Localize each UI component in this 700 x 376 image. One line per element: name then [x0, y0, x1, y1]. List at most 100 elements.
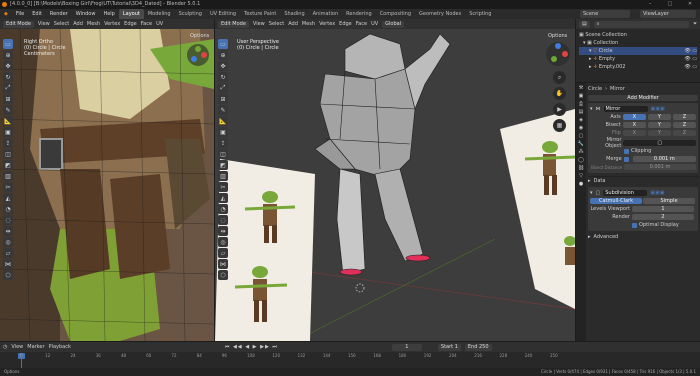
- data-section-header[interactable]: ▸ Data: [588, 176, 698, 184]
- extrude-icon[interactable]: ⇪: [218, 138, 228, 148]
- loop-cut-icon[interactable]: ▥: [3, 171, 13, 181]
- right-options-button[interactable]: Options: [548, 33, 567, 39]
- axis-z-toggle[interactable]: Z: [672, 114, 696, 120]
- add-modifier-button[interactable]: Add Modifier: [588, 95, 698, 101]
- annotate-icon[interactable]: ✎: [3, 105, 13, 115]
- transform-orientation-selector[interactable]: Global: [382, 20, 405, 28]
- poly-build-icon[interactable]: ◭: [3, 193, 13, 203]
- material-tab-icon[interactable]: ●: [579, 181, 583, 187]
- left-menu-uv[interactable]: UV: [156, 21, 163, 27]
- end-frame-field[interactable]: End 250: [464, 343, 492, 351]
- right-menu-vertex[interactable]: Vertex: [319, 21, 335, 27]
- bevel-icon[interactable]: ◩: [218, 160, 228, 170]
- workspace-tab-geometry-nodes[interactable]: Geometry Nodes: [415, 9, 465, 19]
- rip-icon[interactable]: ⋈: [3, 259, 13, 269]
- optimal-display-row[interactable]: Optimal Display: [590, 221, 696, 229]
- measure-icon[interactable]: 📐: [3, 116, 13, 126]
- physics-tab-icon[interactable]: ◯: [578, 157, 584, 163]
- menu-help[interactable]: Help: [99, 9, 118, 19]
- object-tab-icon[interactable]: ▢: [579, 133, 584, 139]
- annotate-icon[interactable]: ✎: [218, 105, 228, 115]
- shrink-fatten-icon[interactable]: ◎: [218, 237, 228, 247]
- view-layer-tab-icon[interactable]: ▤: [579, 109, 584, 115]
- bevel-icon[interactable]: ◩: [3, 160, 13, 170]
- transform-icon[interactable]: ⊞: [218, 94, 228, 104]
- left-menu-vertex[interactable]: Vertex: [104, 21, 120, 27]
- world-tab-icon[interactable]: ◉: [579, 125, 583, 131]
- close-button[interactable]: ✕: [680, 0, 700, 9]
- scene-tab-icon[interactable]: ◈: [579, 117, 583, 123]
- right-menu-uv[interactable]: UV: [371, 21, 378, 27]
- tool-tab-icon[interactable]: ⚒: [579, 85, 583, 91]
- start-frame-field[interactable]: Start 1: [437, 343, 461, 351]
- workspace-tab-scripting[interactable]: Scripting: [465, 9, 495, 19]
- spin-icon[interactable]: ◔: [3, 204, 13, 214]
- left-menu-edge[interactable]: Edge: [124, 21, 137, 27]
- left-menu-select[interactable]: Select: [54, 21, 69, 27]
- particles-tab-icon[interactable]: ⁂: [579, 149, 584, 155]
- add-cube-icon[interactable]: ▣: [218, 127, 228, 137]
- render-tab-icon[interactable]: ▣: [579, 93, 584, 99]
- edge-slide-icon[interactable]: ⇹: [218, 226, 228, 236]
- left-viewport[interactable]: Edit Mode View Select Add Mesh Vertex Ed…: [0, 19, 214, 341]
- right-mode-selector[interactable]: Edit Mode: [218, 20, 249, 28]
- transform-icon[interactable]: ⊞: [3, 94, 13, 104]
- shear-icon[interactable]: ▱: [3, 248, 13, 258]
- last-tool-icon[interactable]: ⬡: [3, 270, 13, 280]
- scene-selector[interactable]: Scene: [580, 10, 630, 18]
- optimal-display-checkbox[interactable]: [632, 222, 637, 228]
- render-levels-field[interactable]: 2: [632, 214, 694, 220]
- constraints-tab-icon[interactable]: ⛓: [578, 165, 584, 171]
- pan-hand-icon[interactable]: ✋: [553, 87, 566, 100]
- inset-icon[interactable]: ◫: [3, 149, 13, 159]
- mirror-object-field[interactable]: ▢: [623, 140, 696, 146]
- menu-edit[interactable]: Edit: [28, 9, 46, 19]
- smooth-icon[interactable]: ◌: [218, 215, 228, 225]
- right-menu-add[interactable]: Add: [288, 21, 298, 27]
- collapse-icon[interactable]: ▾: [590, 190, 593, 196]
- left-menu-face[interactable]: Face: [141, 21, 152, 27]
- loop-cut-icon[interactable]: ▥: [218, 171, 228, 181]
- flip-z-toggle[interactable]: Z: [672, 130, 696, 136]
- edge-slide-icon[interactable]: ⇹: [3, 226, 13, 236]
- smooth-icon[interactable]: ◌: [3, 215, 13, 225]
- workspace-tab-compositing[interactable]: Compositing: [376, 9, 415, 19]
- scale-icon[interactable]: ⤢: [218, 83, 228, 93]
- outliner-root[interactable]: ▣ Scene Collection: [579, 31, 697, 39]
- zoom-icon[interactable]: ⌕: [553, 71, 566, 84]
- rotate-icon[interactable]: ↻: [218, 72, 228, 82]
- left-menu-mesh[interactable]: Mesh: [87, 21, 100, 27]
- menu-render[interactable]: Render: [46, 9, 72, 19]
- right-menu-face[interactable]: Face: [356, 21, 367, 27]
- viewlayer-selector[interactable]: ViewLayer: [640, 10, 696, 18]
- timeline-menu-marker[interactable]: Marker: [27, 344, 44, 350]
- poly-build-icon[interactable]: ◭: [218, 193, 228, 203]
- outliner-item-collection[interactable]: ▾ ▣ Collection: [579, 39, 697, 47]
- move-icon[interactable]: ✥: [3, 61, 13, 71]
- levels-viewport-field[interactable]: 1: [632, 206, 694, 212]
- outliner-search-input[interactable]: ⌕: [593, 20, 689, 28]
- modifier-tab-icon[interactable]: 🔧: [578, 141, 584, 147]
- spin-icon[interactable]: ◔: [218, 204, 228, 214]
- workspace-tab-animation[interactable]: Animation: [309, 9, 343, 19]
- output-tab-icon[interactable]: ⎙: [579, 101, 583, 107]
- mirror-name-field[interactable]: Mirror: [603, 106, 648, 112]
- modifier-toggle-icons[interactable]: ▣▣▣: [650, 190, 664, 196]
- right-menu-mesh[interactable]: Mesh: [302, 21, 315, 27]
- workspace-tab-modeling[interactable]: Modeling: [144, 9, 175, 19]
- ortho-grid-icon[interactable]: ▦: [553, 119, 566, 132]
- left-menu-add[interactable]: Add: [73, 21, 83, 27]
- knife-icon[interactable]: ✂: [3, 182, 13, 192]
- minimize-button[interactable]: –: [640, 0, 660, 9]
- workspace-tab-texture-paint[interactable]: Texture Paint: [240, 9, 280, 19]
- flip-y-toggle[interactable]: Y: [647, 130, 671, 136]
- timeline-editor-icon[interactable]: ◷: [3, 344, 7, 350]
- measure-icon[interactable]: 📐: [218, 116, 228, 126]
- axis-x-toggle[interactable]: X: [622, 114, 646, 120]
- workspace-tab-shading[interactable]: Shading: [280, 9, 308, 19]
- right-navigation-gizmo[interactable]: [545, 41, 571, 67]
- cursor-icon[interactable]: ⊕: [218, 50, 228, 60]
- right-menu-edge[interactable]: Edge: [339, 21, 352, 27]
- blender-menu-icon[interactable]: ◆: [0, 9, 12, 19]
- outliner-display-mode-icon[interactable]: ▤: [579, 20, 590, 28]
